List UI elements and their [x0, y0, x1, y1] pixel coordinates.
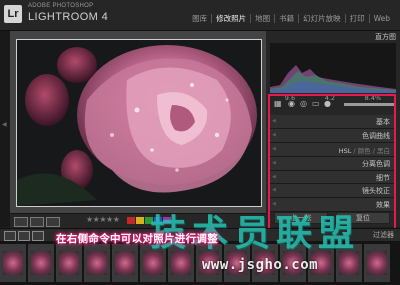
instruction-caption: 在右侧命令中可以对照片进行调整 — [56, 233, 218, 245]
right-panel: 直方图 9.6 4.2 8.4% ▦ ◉ ◎ ▭ ● ◀ 基本 ◀ 色调曲线 ◀… — [266, 31, 400, 227]
brush-icon[interactable]: ● — [324, 100, 332, 108]
module-picker: 图库 修改照片 地图 书籍 幻灯片放映 打印 Web — [188, 14, 394, 23]
thumbnail-image — [31, 251, 51, 275]
section-label: 镜头校正 — [362, 187, 390, 196]
bw-tab[interactable]: 黑白 — [377, 147, 390, 155]
filmstrip-grid-button[interactable] — [18, 231, 30, 241]
expand-icon: ◀ — [272, 173, 276, 180]
thumbnail[interactable] — [28, 244, 54, 282]
section-label: 细节 — [376, 173, 390, 182]
loupe-view-button[interactable] — [14, 217, 28, 227]
product-name: LIGHTROOM 4 — [28, 11, 109, 23]
section-label: 色调曲线 — [362, 131, 390, 140]
expand-icon: ◀ — [272, 145, 276, 152]
before-after-dropdown[interactable] — [46, 217, 60, 227]
filmstrip-back-button[interactable] — [32, 231, 44, 241]
lightroom-window: Lr ADOBE PHOTOSHOP LIGHTROOM 4 图库 修改照片 地… — [0, 0, 400, 285]
thumbnail-image — [87, 251, 107, 275]
tool-slider[interactable] — [344, 103, 396, 106]
section-detail[interactable]: ◀ 细节 — [270, 170, 396, 185]
develop-sections: ◀ 基本 ◀ 色调曲线 ◀ HSL / 颜色 / 黑白 ◀ 分离色调 ◀ 细节 — [270, 115, 396, 213]
rose-image — [17, 40, 261, 206]
histogram — [270, 43, 396, 93]
thumbnail-image — [367, 251, 387, 275]
section-split-toning[interactable]: ◀ 分离色调 — [270, 156, 396, 171]
module-library[interactable]: 图库 — [188, 14, 211, 23]
thumbnail[interactable] — [84, 244, 110, 282]
histogram-title[interactable]: 直方图 — [375, 32, 396, 42]
module-web[interactable]: Web — [368, 14, 394, 23]
lightroom-logo: Lr — [4, 5, 22, 23]
thumbnail[interactable] — [0, 244, 26, 282]
thumbnail[interactable] — [56, 244, 82, 282]
red-eye-icon[interactable]: ◎ — [300, 100, 308, 108]
histogram-graph — [270, 65, 396, 93]
left-panel-collapsed[interactable]: ◀ — [0, 31, 10, 227]
section-label: 分离色调 — [362, 159, 390, 168]
section-label: 效果 — [376, 201, 390, 210]
app-header: Lr ADOBE PHOTOSHOP LIGHTROOM 4 图库 修改照片 地… — [0, 0, 400, 31]
expand-icon: ◀ — [272, 159, 276, 166]
star-rating[interactable]: ★★★★★ — [86, 215, 120, 224]
thumbnail[interactable] — [364, 244, 390, 282]
graduated-filter-icon[interactable]: ▭ — [312, 100, 320, 108]
module-slideshow[interactable]: 幻灯片放映 — [298, 14, 345, 23]
section-lens-corrections[interactable]: ◀ 镜头校正 — [270, 184, 396, 199]
rose-photo[interactable] — [16, 39, 262, 207]
expand-icon: ◀ — [272, 187, 276, 194]
hsl-labels: HSL / 颜色 / 黑白 — [338, 146, 390, 155]
spot-removal-icon[interactable]: ◉ — [288, 100, 296, 108]
section-label: 基本 — [376, 118, 390, 126]
color-tab[interactable]: 颜色 — [358, 147, 371, 155]
color-label-yellow[interactable] — [136, 217, 144, 224]
module-print[interactable]: 打印 — [344, 14, 369, 23]
before-after-button[interactable] — [30, 217, 44, 227]
module-map[interactable]: 地图 — [250, 14, 274, 23]
expand-left-panel-icon[interactable]: ◀ — [2, 121, 7, 128]
color-label-red[interactable] — [127, 217, 135, 224]
expand-icon: ◀ — [272, 131, 276, 138]
filter-label[interactable]: 过滤器 — [373, 230, 394, 240]
expand-icon: ◀ — [272, 118, 276, 124]
section-basic[interactable]: ◀ 基本 — [270, 115, 396, 129]
hsl-tab[interactable]: HSL — [339, 147, 352, 155]
crop-icon[interactable]: ▦ — [274, 100, 282, 108]
tool-strip: ▦ ◉ ◎ ▭ ● — [270, 99, 396, 111]
thumbnail-image — [59, 251, 79, 275]
watermark-url: www.jsgho.com — [202, 257, 319, 273]
filmstrip-view-button[interactable] — [4, 231, 16, 241]
module-book[interactable]: 书籍 — [274, 14, 298, 23]
thumbnail[interactable] — [112, 244, 138, 282]
module-develop[interactable]: 修改照片 — [211, 14, 250, 23]
section-hsl[interactable]: ◀ HSL / 颜色 / 黑白 — [270, 142, 396, 157]
adobe-photoshop-label: ADOBE PHOTOSHOP — [28, 3, 94, 9]
thumbnail-image — [115, 251, 135, 275]
section-tone-curve[interactable]: ◀ 色调曲线 — [270, 128, 396, 143]
main-photo-view — [10, 31, 266, 213]
thumbnail-image — [3, 251, 23, 275]
watermark-text: 技术员联盟 — [150, 213, 361, 254]
